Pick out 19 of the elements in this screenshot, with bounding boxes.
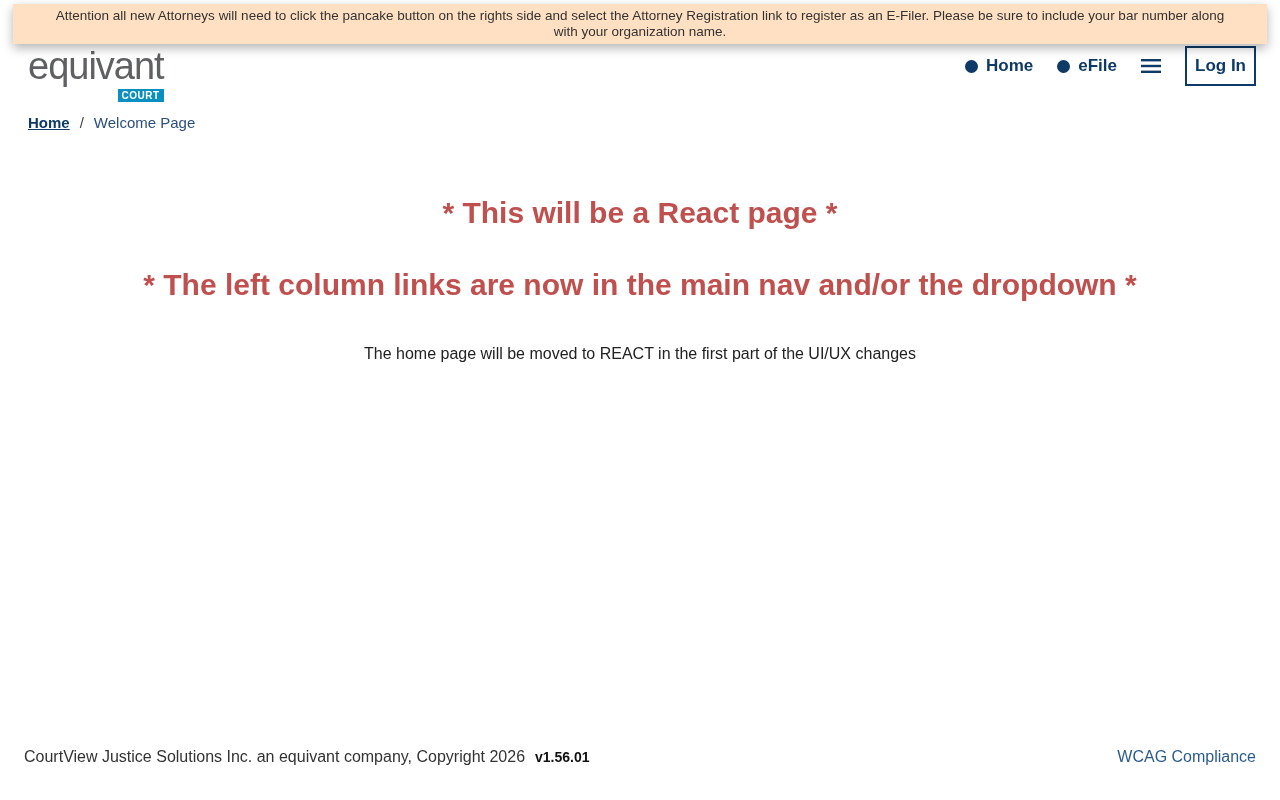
menu-button[interactable] [1141, 59, 1161, 73]
logo-wordmark: equivant [28, 44, 164, 88]
page-heading: * The left column links are now in the main nav and/or the dropdown * [142, 267, 1138, 303]
breadcrumb-link[interactable]: Home [28, 114, 70, 131]
breadcrumb-current: Welcome Page [93, 114, 196, 131]
page-heading: * This will be a React page * [441, 195, 839, 231]
notice-text: Attention all new Attorneys will need to click the pancake button on the rights side and select the Attorney Registration link to register as an E-Filer. Please be sure to include your bar number along with your organization name. [55, 8, 1225, 39]
dot-icon [1057, 59, 1071, 73]
wcag-link[interactable]: WCAG Compliance [1117, 748, 1256, 766]
nav-link[interactable]: eFile [1057, 56, 1117, 76]
nav-link[interactable]: Home [965, 56, 1034, 76]
page-message: The home page will be moved to REACT in the first part of the UI/UX changes [363, 345, 917, 363]
logo-tag: COURT [117, 89, 164, 102]
dot-icon [965, 59, 979, 73]
menu-icon [1141, 59, 1161, 73]
login-button[interactable]: Log In [1185, 46, 1256, 86]
version-label: v1.56.01 [535, 749, 590, 765]
breadcrumb-separator: / [79, 114, 84, 131]
copyright-text: CourtView Justice Solutions Inc. an equivant company, Copyright 2026 [24, 748, 526, 766]
